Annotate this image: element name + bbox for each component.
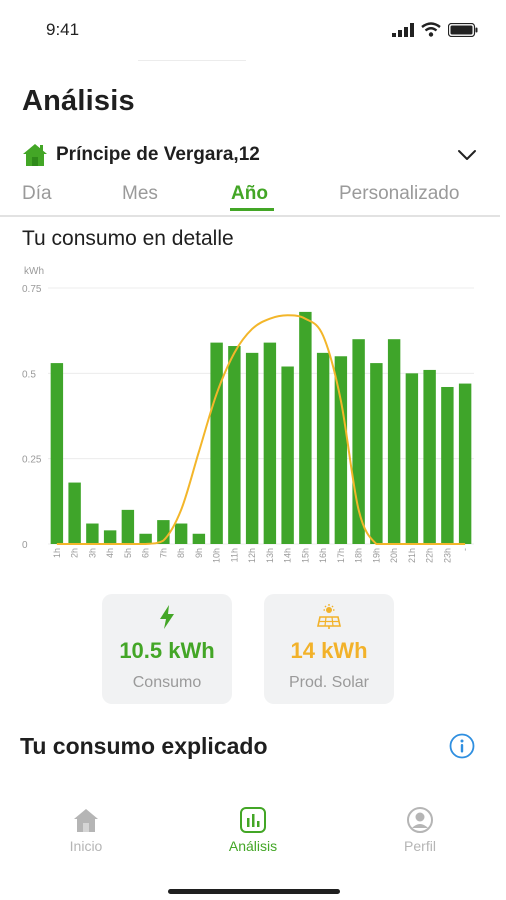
consumption-chart: kWh 0 0.25 0.5 0.75 1h 2h 3h 4h 5h 6h 7h 8h 9h 10h 11h 1… <box>0 258 506 578</box>
solar-label: Prod. Solar <box>288 674 370 691</box>
bar-12h <box>245 352 259 544</box>
nav-inicio[interactable]: Inicio <box>36 800 136 854</box>
bar-2h <box>68 482 81 544</box>
y-tick-label: 0 <box>22 540 28 551</box>
tab-mes[interactable]: Mes <box>122 183 158 205</box>
bar-8h <box>174 523 188 544</box>
bottom-nav: Inicio Análisis Perfil <box>0 800 506 870</box>
home-indicator <box>168 889 340 894</box>
summary-cards: 10.5 kWh Consumo 14 kWh Prod. Solar <box>102 594 394 704</box>
y-axis-label: kWh <box>24 266 44 277</box>
x-tick-label: 23h <box>442 548 452 563</box>
bar-16h <box>316 352 330 544</box>
nav-perfil-label: Perfil <box>404 838 436 854</box>
tabs-divider <box>0 215 500 217</box>
tab-ano[interactable]: Año <box>231 183 268 205</box>
bar-22h <box>423 369 436 544</box>
bar-4h <box>103 530 117 544</box>
active-tab-indicator <box>230 208 274 211</box>
x-tick-label: 12h <box>247 548 257 563</box>
bar-5h <box>121 509 135 544</box>
x-tick-label: 13h <box>265 548 275 563</box>
x-tick-label: 15h <box>300 548 310 563</box>
x-tick-label: 3h <box>87 548 97 558</box>
address-label: Príncipe de Vergara,12 <box>56 144 260 165</box>
wifi-icon <box>421 22 441 37</box>
solar-value: 14 kWh <box>290 638 368 663</box>
bar-14h <box>281 366 294 544</box>
chart-svg: kWh 0 0.25 0.5 0.75 1h 2h 3h 4h 5h 6h 7h 8h 9h 10h 11h 1… <box>22 266 474 563</box>
x-tick-label: 1h <box>52 548 62 558</box>
x-tick-label: 16h <box>318 548 328 563</box>
card-solar[interactable]: 14 kWh Prod. Solar <box>264 594 394 704</box>
x-tick-label: 7h <box>158 548 168 558</box>
chevron-down-icon[interactable] <box>456 144 478 166</box>
x-tick-label: 5h <box>123 548 133 558</box>
address-selector[interactable]: Príncipe de Vergara,12 <box>22 140 482 170</box>
profile-icon <box>407 807 433 833</box>
x-tick-label: 20h <box>389 548 399 563</box>
info-icon[interactable] <box>449 733 475 759</box>
nav-analisis[interactable]: Análisis <box>203 800 303 854</box>
solar-production-line <box>56 314 466 546</box>
bar-13h <box>263 342 277 544</box>
x-tick-label: - <box>460 548 470 551</box>
card-consumo[interactable]: 10.5 kWh Consumo <box>102 594 232 704</box>
bar-1h <box>50 363 64 544</box>
page-title: Análisis <box>22 85 135 117</box>
bar-- <box>458 383 472 544</box>
bar-19h <box>370 363 383 544</box>
x-tick-label: 22h <box>425 548 435 563</box>
bar-6h <box>139 533 152 544</box>
x-tick-label: 8h <box>176 548 186 558</box>
x-tick-label: 14h <box>283 548 293 563</box>
x-tick-label: 11h <box>229 548 239 562</box>
battery-icon <box>448 22 478 37</box>
y-tick-label: 0.25 <box>22 455 42 466</box>
tab-dia[interactable]: Día <box>22 183 52 205</box>
x-tick-label: 10h <box>212 548 222 563</box>
bar-15h <box>299 311 312 544</box>
bar-20h <box>387 339 401 544</box>
period-tabs: Día Mes Año Personalizado <box>0 180 506 218</box>
analytics-icon <box>240 807 266 833</box>
x-tick-label: 4h <box>105 548 115 558</box>
house-icon <box>23 144 47 166</box>
status-bar: 9:41 <box>0 0 506 60</box>
nav-analisis-label: Análisis <box>228 838 278 854</box>
x-tick-label: 6h <box>141 548 151 558</box>
x-tick-label: 9h <box>194 548 204 558</box>
consumo-label: Consumo <box>132 674 202 691</box>
signal-icon <box>392 22 414 37</box>
bar-11h <box>228 346 241 544</box>
y-tick-label: 0.75 <box>22 284 42 295</box>
explain-title: Tu consumo explicado <box>20 733 268 759</box>
x-tick-label: 17h <box>336 548 346 563</box>
home-icon <box>74 809 98 832</box>
bar-23h <box>441 386 454 544</box>
bar-10h <box>210 342 223 544</box>
status-time: 9:41 <box>46 20 80 39</box>
y-tick-label: 0.5 <box>22 369 36 380</box>
x-tick-label: 19h <box>371 548 381 563</box>
solar-panel-icon <box>317 604 341 629</box>
consumo-value: 10.5 kWh <box>119 638 215 663</box>
x-tick-label: 21h <box>407 548 417 563</box>
bar-9h <box>192 533 206 544</box>
tab-personalizado[interactable]: Personalizado <box>339 183 459 205</box>
lightning-icon <box>160 605 174 629</box>
x-tick-label: 18h <box>354 548 364 563</box>
divider <box>138 60 246 61</box>
bar-3h <box>86 523 99 544</box>
bar-21h <box>405 373 419 544</box>
nav-inicio-label: Inicio <box>69 838 103 854</box>
x-tick-label: 2h <box>70 548 80 558</box>
section-subtitle: Tu consumo en detalle <box>22 227 234 250</box>
nav-perfil[interactable]: Perfil <box>370 800 470 854</box>
status-icons <box>392 22 478 37</box>
